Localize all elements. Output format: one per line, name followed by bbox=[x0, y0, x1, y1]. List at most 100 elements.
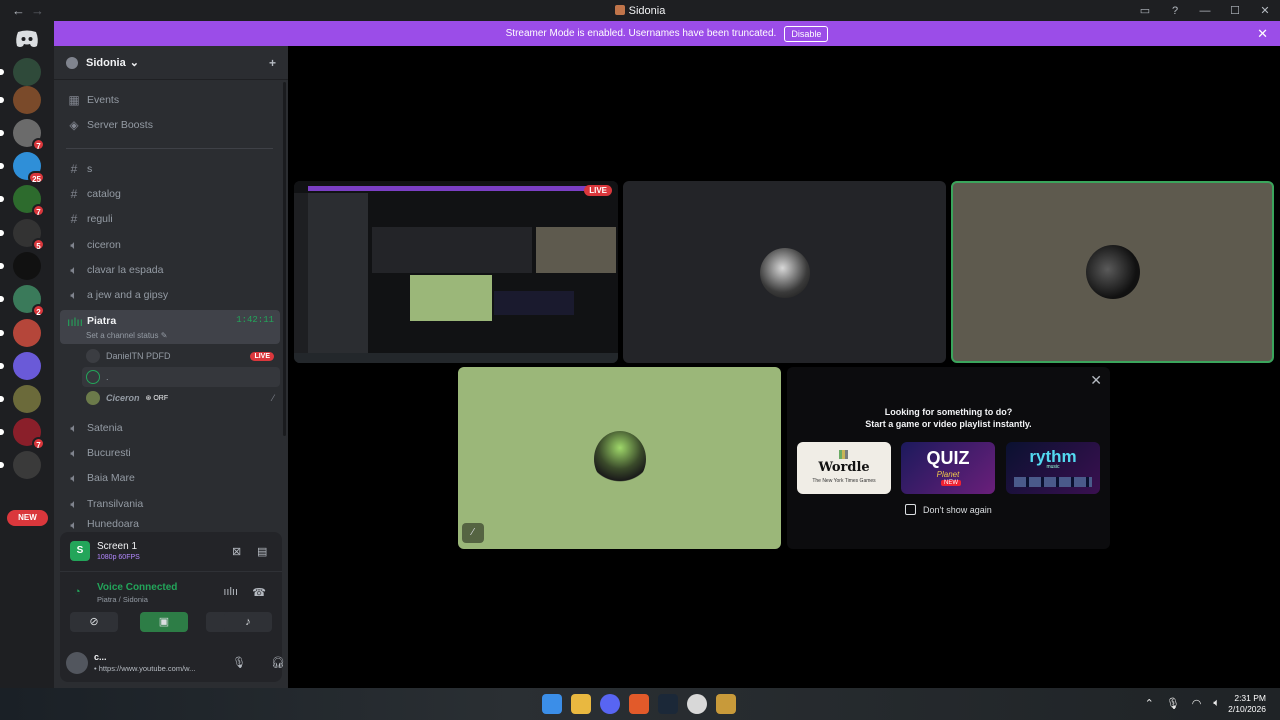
close-icon[interactable]: ✕ bbox=[1090, 372, 1102, 389]
wifi-icon[interactable]: ◠ bbox=[1192, 697, 1202, 710]
channel-transilvania[interactable]: 🔈︎ Transilvania bbox=[60, 493, 280, 515]
server-icon[interactable]: 7 bbox=[0, 418, 45, 450]
mention-badge: 25 bbox=[28, 171, 45, 184]
unread-indicator bbox=[0, 196, 4, 202]
channel-bucuresti[interactable]: 🔈︎ Bucuresti bbox=[60, 442, 280, 464]
minimize-button[interactable]: — bbox=[1190, 5, 1220, 17]
signal-icon[interactable]: ◔ bbox=[74, 586, 81, 598]
voice-location[interactable]: Piatra / Sidonia bbox=[97, 595, 148, 604]
mention-badge: 5 bbox=[32, 238, 45, 251]
window-title-text: Sidonia bbox=[628, 4, 666, 17]
channel-satenia[interactable]: 🔈︎ Satenia bbox=[60, 417, 280, 439]
avatar[interactable] bbox=[66, 652, 88, 674]
soundboard-icon: ♪ bbox=[245, 616, 251, 628]
participant-tile[interactable]: ⁄ bbox=[458, 367, 781, 549]
discord-taskbar-icon[interactable] bbox=[600, 694, 620, 714]
brave-icon[interactable] bbox=[629, 694, 649, 714]
server-header[interactable]: Sidonia ⌄ + bbox=[54, 46, 288, 80]
stream-settings-icon[interactable]: ▤ bbox=[257, 545, 267, 558]
member-tag-text: ORF bbox=[153, 395, 169, 402]
help-icon[interactable]: ? bbox=[1160, 5, 1190, 17]
rythm-activity-card[interactable]: rythm music bbox=[1006, 442, 1100, 494]
divider bbox=[66, 148, 273, 149]
unread-indicator bbox=[0, 263, 4, 269]
channel-name: Baia Mare bbox=[87, 472, 135, 484]
camera-toggle-button[interactable]: ⊘ bbox=[70, 612, 118, 632]
close-button[interactable]: ✕ bbox=[1250, 4, 1280, 17]
stream-tile[interactable]: LIVE bbox=[294, 181, 618, 363]
quiz-planet-activity-card[interactable]: QUIZ Planet NEW bbox=[901, 442, 995, 494]
user-panel: c... • https://www.youtube.com/w... 🎙︎ 🎧… bbox=[60, 644, 318, 684]
disable-button[interactable]: Disable bbox=[784, 25, 829, 42]
participant-tile-speaking[interactable] bbox=[951, 181, 1274, 363]
live-badge: LIVE bbox=[584, 185, 612, 196]
server-icon[interactable] bbox=[0, 352, 41, 380]
obs-icon[interactable] bbox=[687, 694, 707, 714]
server-icon[interactable] bbox=[0, 451, 41, 479]
unread-indicator bbox=[0, 330, 4, 336]
server-icon[interactable]: 25 bbox=[0, 152, 45, 184]
mention-badge: 2 bbox=[32, 304, 45, 317]
channel-s[interactable]: # s bbox=[60, 158, 280, 180]
chevron-up-icon[interactable]: ⌃ bbox=[1145, 697, 1154, 710]
server-icon[interactable] bbox=[0, 319, 41, 347]
checkbox-icon bbox=[905, 504, 916, 515]
channel-name: s bbox=[87, 163, 93, 175]
dont-show-again-checkbox[interactable]: Don't show again bbox=[905, 504, 992, 515]
soundboard-button[interactable]: ♪ bbox=[224, 612, 272, 632]
microphone-icon[interactable]: 🎙︎ bbox=[1166, 697, 1180, 710]
channel-status-link[interactable]: Set a channel status ✎ bbox=[86, 331, 167, 340]
add-member-icon[interactable]: + bbox=[269, 56, 276, 70]
channel-jew-gipsy[interactable]: 🔈︎ a jew and a gipsy bbox=[60, 284, 280, 306]
game-icon[interactable] bbox=[716, 694, 736, 714]
channel-ciceron[interactable]: 🔈︎ ciceron bbox=[60, 234, 280, 256]
discord-home-icon[interactable] bbox=[14, 29, 40, 49]
channel-name: Hunedoara bbox=[87, 518, 139, 530]
server-icon[interactable] bbox=[0, 252, 41, 280]
server-icon[interactable] bbox=[0, 385, 41, 413]
username[interactable]: c... bbox=[94, 652, 107, 662]
clock[interactable]: 2:31 PM 2/10/2026 bbox=[1228, 693, 1266, 715]
system-tray: ⌃ 🎙︎ ◠ 🔈︎ bbox=[1145, 697, 1220, 710]
voice-member[interactable]: DanielTN PDFD LIVE bbox=[82, 346, 280, 366]
events-item[interactable]: ▦ Events bbox=[60, 89, 280, 111]
server-icon[interactable]: 7 bbox=[0, 185, 45, 217]
volume-icon[interactable]: 🔈︎ bbox=[1213, 697, 1220, 710]
server-icon[interactable] bbox=[0, 58, 41, 86]
back-arrow-icon[interactable]: ← bbox=[12, 3, 25, 18]
channel-hunedoara[interactable]: 🔈︎ Hunedoara bbox=[60, 518, 280, 532]
headphones-icon[interactable]: 🎧︎ bbox=[271, 656, 285, 669]
stop-stream-icon[interactable]: ⊠ bbox=[232, 545, 241, 558]
inbox-icon[interactable]: ▭ bbox=[1130, 4, 1160, 17]
close-icon[interactable]: ✕ bbox=[1257, 26, 1268, 42]
voice-member[interactable]: . bbox=[82, 367, 280, 387]
screen-share-button[interactable]: ▣ bbox=[140, 612, 188, 632]
channel-catalog[interactable]: # catalog bbox=[60, 183, 280, 205]
activity-shelf: ✕ Looking for something to do? Start a g… bbox=[787, 367, 1110, 549]
forward-arrow-icon[interactable]: → bbox=[31, 3, 44, 18]
server-icon[interactable]: 5 bbox=[0, 219, 45, 251]
channel-clavar[interactable]: 🔈︎ clavar la espada bbox=[60, 259, 280, 281]
wordle-activity-card[interactable]: Wordle The New York Times Games bbox=[797, 442, 891, 494]
server-icon[interactable]: 7 bbox=[0, 119, 45, 151]
server-icon[interactable]: 2 bbox=[0, 285, 45, 317]
maximize-button[interactable]: ☐ bbox=[1220, 4, 1250, 17]
channel-baia-mare[interactable]: 🔈︎ Baia Mare bbox=[60, 467, 280, 489]
unread-indicator bbox=[0, 396, 4, 402]
windows-start-icon[interactable] bbox=[542, 694, 562, 714]
speaker-icon: 🔈︎ bbox=[70, 237, 78, 252]
channel-status-text: Set a channel status bbox=[86, 331, 159, 340]
voice-member[interactable]: Ciceron ⊛ ORF ⁄ bbox=[82, 388, 280, 408]
scrollbar[interactable] bbox=[283, 82, 286, 436]
new-badge[interactable]: NEW bbox=[7, 510, 48, 526]
server-boosts-item[interactable]: ◈ Server Boosts bbox=[60, 114, 280, 136]
server-icon[interactable] bbox=[0, 86, 41, 114]
noise-suppression-icon[interactable]: ıılıı bbox=[223, 586, 238, 598]
participant-tile[interactable] bbox=[623, 181, 946, 363]
steam-icon[interactable] bbox=[658, 694, 678, 714]
channel-reguli[interactable]: # reguli bbox=[60, 208, 280, 230]
disconnect-icon[interactable]: ☎ bbox=[252, 586, 266, 599]
file-explorer-icon[interactable] bbox=[571, 694, 591, 714]
microphone-icon[interactable]: 🎙︎ bbox=[232, 656, 246, 669]
hash-icon: # bbox=[70, 187, 78, 201]
